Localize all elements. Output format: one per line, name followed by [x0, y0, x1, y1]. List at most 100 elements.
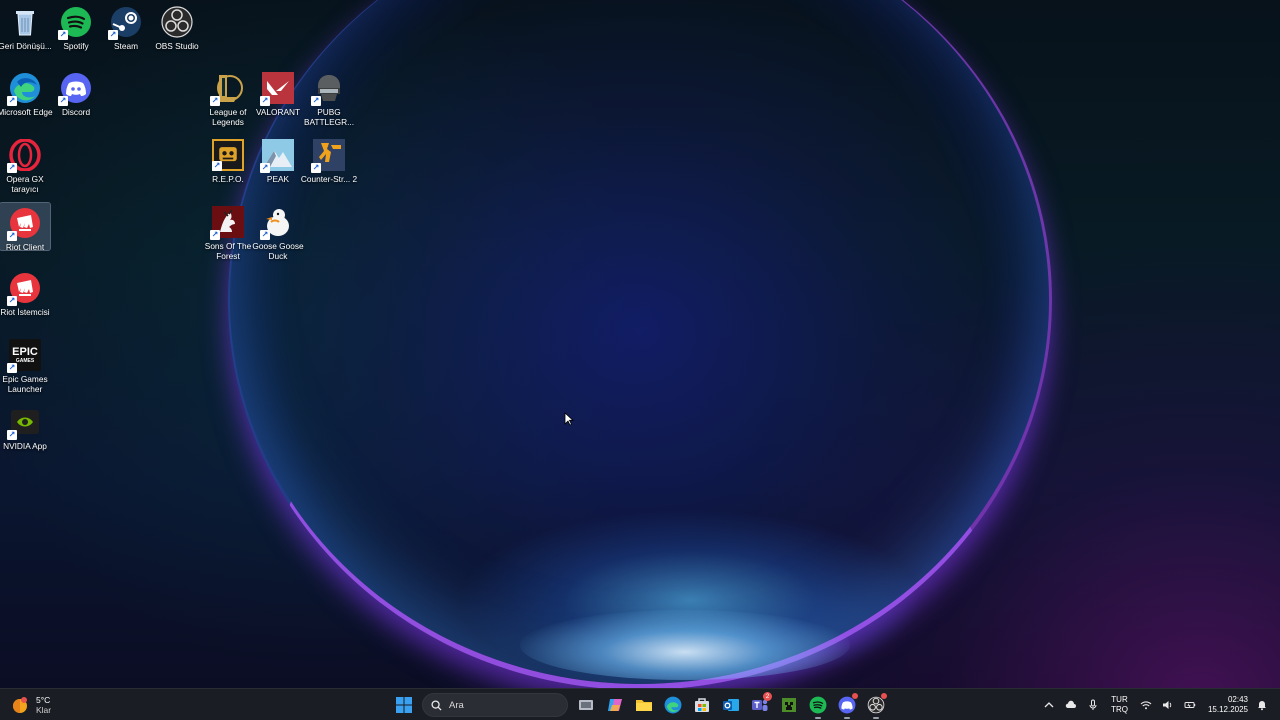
- wallpaper-glow: [520, 610, 850, 680]
- desktop-icon-label: NVIDIA App: [3, 441, 47, 451]
- desktop-icon-peak[interactable]: ↗ PEAK: [252, 135, 304, 184]
- clock-date: 15.12.2025: [1207, 705, 1248, 714]
- desktop-icon-label: Geri Dönüşü...: [0, 41, 52, 51]
- clock-time: 02:43: [1227, 695, 1248, 704]
- mouse-cursor-icon: [564, 412, 574, 426]
- minecraft-icon: [782, 698, 796, 712]
- epic-icon-text: EPIC: [12, 345, 38, 358]
- desktop-icon-label: Opera GX tarayıcı: [6, 174, 44, 194]
- desktop-icon-valorant[interactable]: ↗ VALORANT: [252, 68, 304, 117]
- weather-description: Klar: [36, 705, 52, 715]
- desktop-icon-label: Microsoft Edge: [0, 107, 53, 117]
- desktop-icon-riot-client[interactable]: ↗ Riot Client: [0, 202, 51, 252]
- minecraft-button[interactable]: [778, 693, 800, 717]
- desktop-icon-label: VALORANT: [255, 107, 301, 117]
- riot-client-icon: ↗: [7, 207, 41, 241]
- discord-notification-dot: [852, 693, 858, 699]
- epic-games-icon: EPIC GAMES ↗: [7, 339, 41, 373]
- cloud-icon: [1065, 700, 1077, 708]
- repo-icon: ↗: [212, 139, 244, 171]
- taskbar-search[interactable]: [422, 693, 568, 717]
- taskbar-center: 2: [393, 692, 887, 719]
- outlook-button[interactable]: [720, 693, 742, 717]
- riot-client-icon: ↗: [7, 272, 41, 306]
- notification-badge: 2: [763, 692, 772, 701]
- battery-tray-button[interactable]: [1182, 697, 1198, 713]
- spotify-icon: ↗: [58, 6, 92, 40]
- peak-icon: ↗: [260, 139, 294, 173]
- start-button[interactable]: [393, 693, 415, 717]
- volume-tray-button[interactable]: [1160, 697, 1176, 713]
- sons-of-the-forest-icon: ↗: [210, 206, 244, 240]
- desktop-icon-label: Riot Client: [5, 242, 45, 252]
- file-explorer-button[interactable]: [633, 693, 655, 717]
- desktop-icon-label: PUBG BATTLEGR...: [303, 107, 355, 127]
- edge-icon: ↗: [7, 72, 41, 106]
- desktop-icon-recycle-bin[interactable]: Geri Dönüşü...: [0, 2, 52, 51]
- running-indicator: [844, 717, 850, 719]
- desktop-icon-nvidia-app[interactable]: ↗ NVIDIA App: [0, 402, 50, 451]
- edge-icon: [664, 696, 682, 714]
- search-icon: [431, 699, 442, 711]
- teams-button[interactable]: 2: [749, 692, 772, 717]
- obs-recording-dot: [881, 693, 887, 699]
- desktop-icon-discord[interactable]: ↗ Discord: [50, 68, 102, 117]
- desktop-icon-epic-games[interactable]: EPIC GAMES ↗ Epic Games Launcher: [0, 335, 50, 394]
- desktop-icon-opera-gx[interactable]: ↗ Opera GX tarayıcı: [0, 135, 50, 194]
- store-icon: [695, 698, 709, 712]
- desktop-icon-goose-goose-duck[interactable]: ↗ Goose Goose Duck: [252, 202, 304, 261]
- network-tray-button[interactable]: [1138, 697, 1154, 713]
- spotify-taskbar-button[interactable]: [807, 693, 829, 719]
- epic-icon-subtext: GAMES: [15, 357, 35, 364]
- desktop-icon-microsoft-edge[interactable]: ↗ Microsoft Edge: [0, 68, 53, 117]
- desktop-icon-counter-strike-2[interactable]: ↗ Counter-Str... 2: [300, 135, 358, 184]
- language-code: TUR: [1111, 695, 1128, 704]
- desktop-icon-obs-studio[interactable]: OBS Studio: [151, 2, 203, 51]
- desktop-icon-label: PEAK: [266, 174, 290, 184]
- weather-widget[interactable]: 5°C Klar: [12, 693, 51, 717]
- desktop-icon-league-of-legends[interactable]: ↗ League of Legends: [202, 68, 254, 127]
- valorant-icon: ↗: [260, 72, 294, 106]
- store-button[interactable]: [691, 693, 713, 717]
- desktop-icon-label: Counter-Str... 2: [300, 174, 358, 184]
- notifications-button[interactable]: [1254, 697, 1270, 713]
- system-tray: TUR TRQ 02:43 15.12.2025: [1041, 693, 1270, 717]
- desktop-icon-repo[interactable]: ↗ R.E.P.O.: [202, 135, 254, 184]
- recycle-bin-icon: [9, 6, 41, 38]
- desktop-icon-sons-of-the-forest[interactable]: ↗ Sons Of The Forest: [202, 202, 254, 261]
- desktop-icon-label: Steam: [114, 41, 138, 51]
- obs-icon: [161, 6, 193, 38]
- desktop-icon-label: Goose Goose Duck: [252, 241, 304, 261]
- windows-start-icon: [396, 697, 412, 713]
- microphone-icon: [1089, 699, 1097, 710]
- bell-icon: [1258, 701, 1266, 711]
- wifi-icon: [1140, 701, 1152, 710]
- desktop-icon-label: Discord: [61, 107, 91, 117]
- input-language-indicator[interactable]: TUR TRQ: [1111, 695, 1128, 715]
- onedrive-tray-button[interactable]: [1063, 697, 1079, 713]
- edge-taskbar-button[interactable]: [662, 693, 684, 717]
- pubg-icon: ↗: [311, 72, 345, 106]
- desktop-icon-spotify[interactable]: ↗ Spotify: [50, 2, 102, 51]
- opera-gx-icon: ↗: [7, 139, 41, 173]
- microphone-tray-button[interactable]: [1085, 697, 1101, 713]
- desktop-icon-riot-istemcisi[interactable]: ↗ Riot İstemcisi: [0, 268, 50, 317]
- desktop-icon-steam[interactable]: ↗ Steam: [100, 2, 152, 51]
- steam-icon: ↗: [108, 6, 142, 40]
- weather-sun-icon: [13, 697, 27, 713]
- taskbar: 5°C Klar 2: [0, 688, 1280, 720]
- copilot-button[interactable]: [604, 693, 626, 717]
- task-view-button[interactable]: [575, 693, 597, 717]
- search-input[interactable]: [449, 699, 549, 711]
- discord-icon: ↗: [58, 72, 92, 106]
- discord-taskbar-button[interactable]: [836, 693, 858, 719]
- league-of-legends-icon: ↗: [210, 72, 244, 106]
- folder-icon: [636, 700, 652, 711]
- outlook-icon: [723, 699, 739, 711]
- desktop-icon-pubg[interactable]: ↗ PUBG BATTLEGR...: [303, 68, 355, 127]
- obs-taskbar-button[interactable]: [865, 693, 887, 719]
- clock[interactable]: 02:43 15.12.2025: [1208, 695, 1248, 715]
- show-hidden-icons-button[interactable]: [1041, 697, 1057, 713]
- keyboard-layout: TRQ: [1111, 705, 1128, 714]
- desktop-icon-label: OBS Studio: [155, 41, 199, 51]
